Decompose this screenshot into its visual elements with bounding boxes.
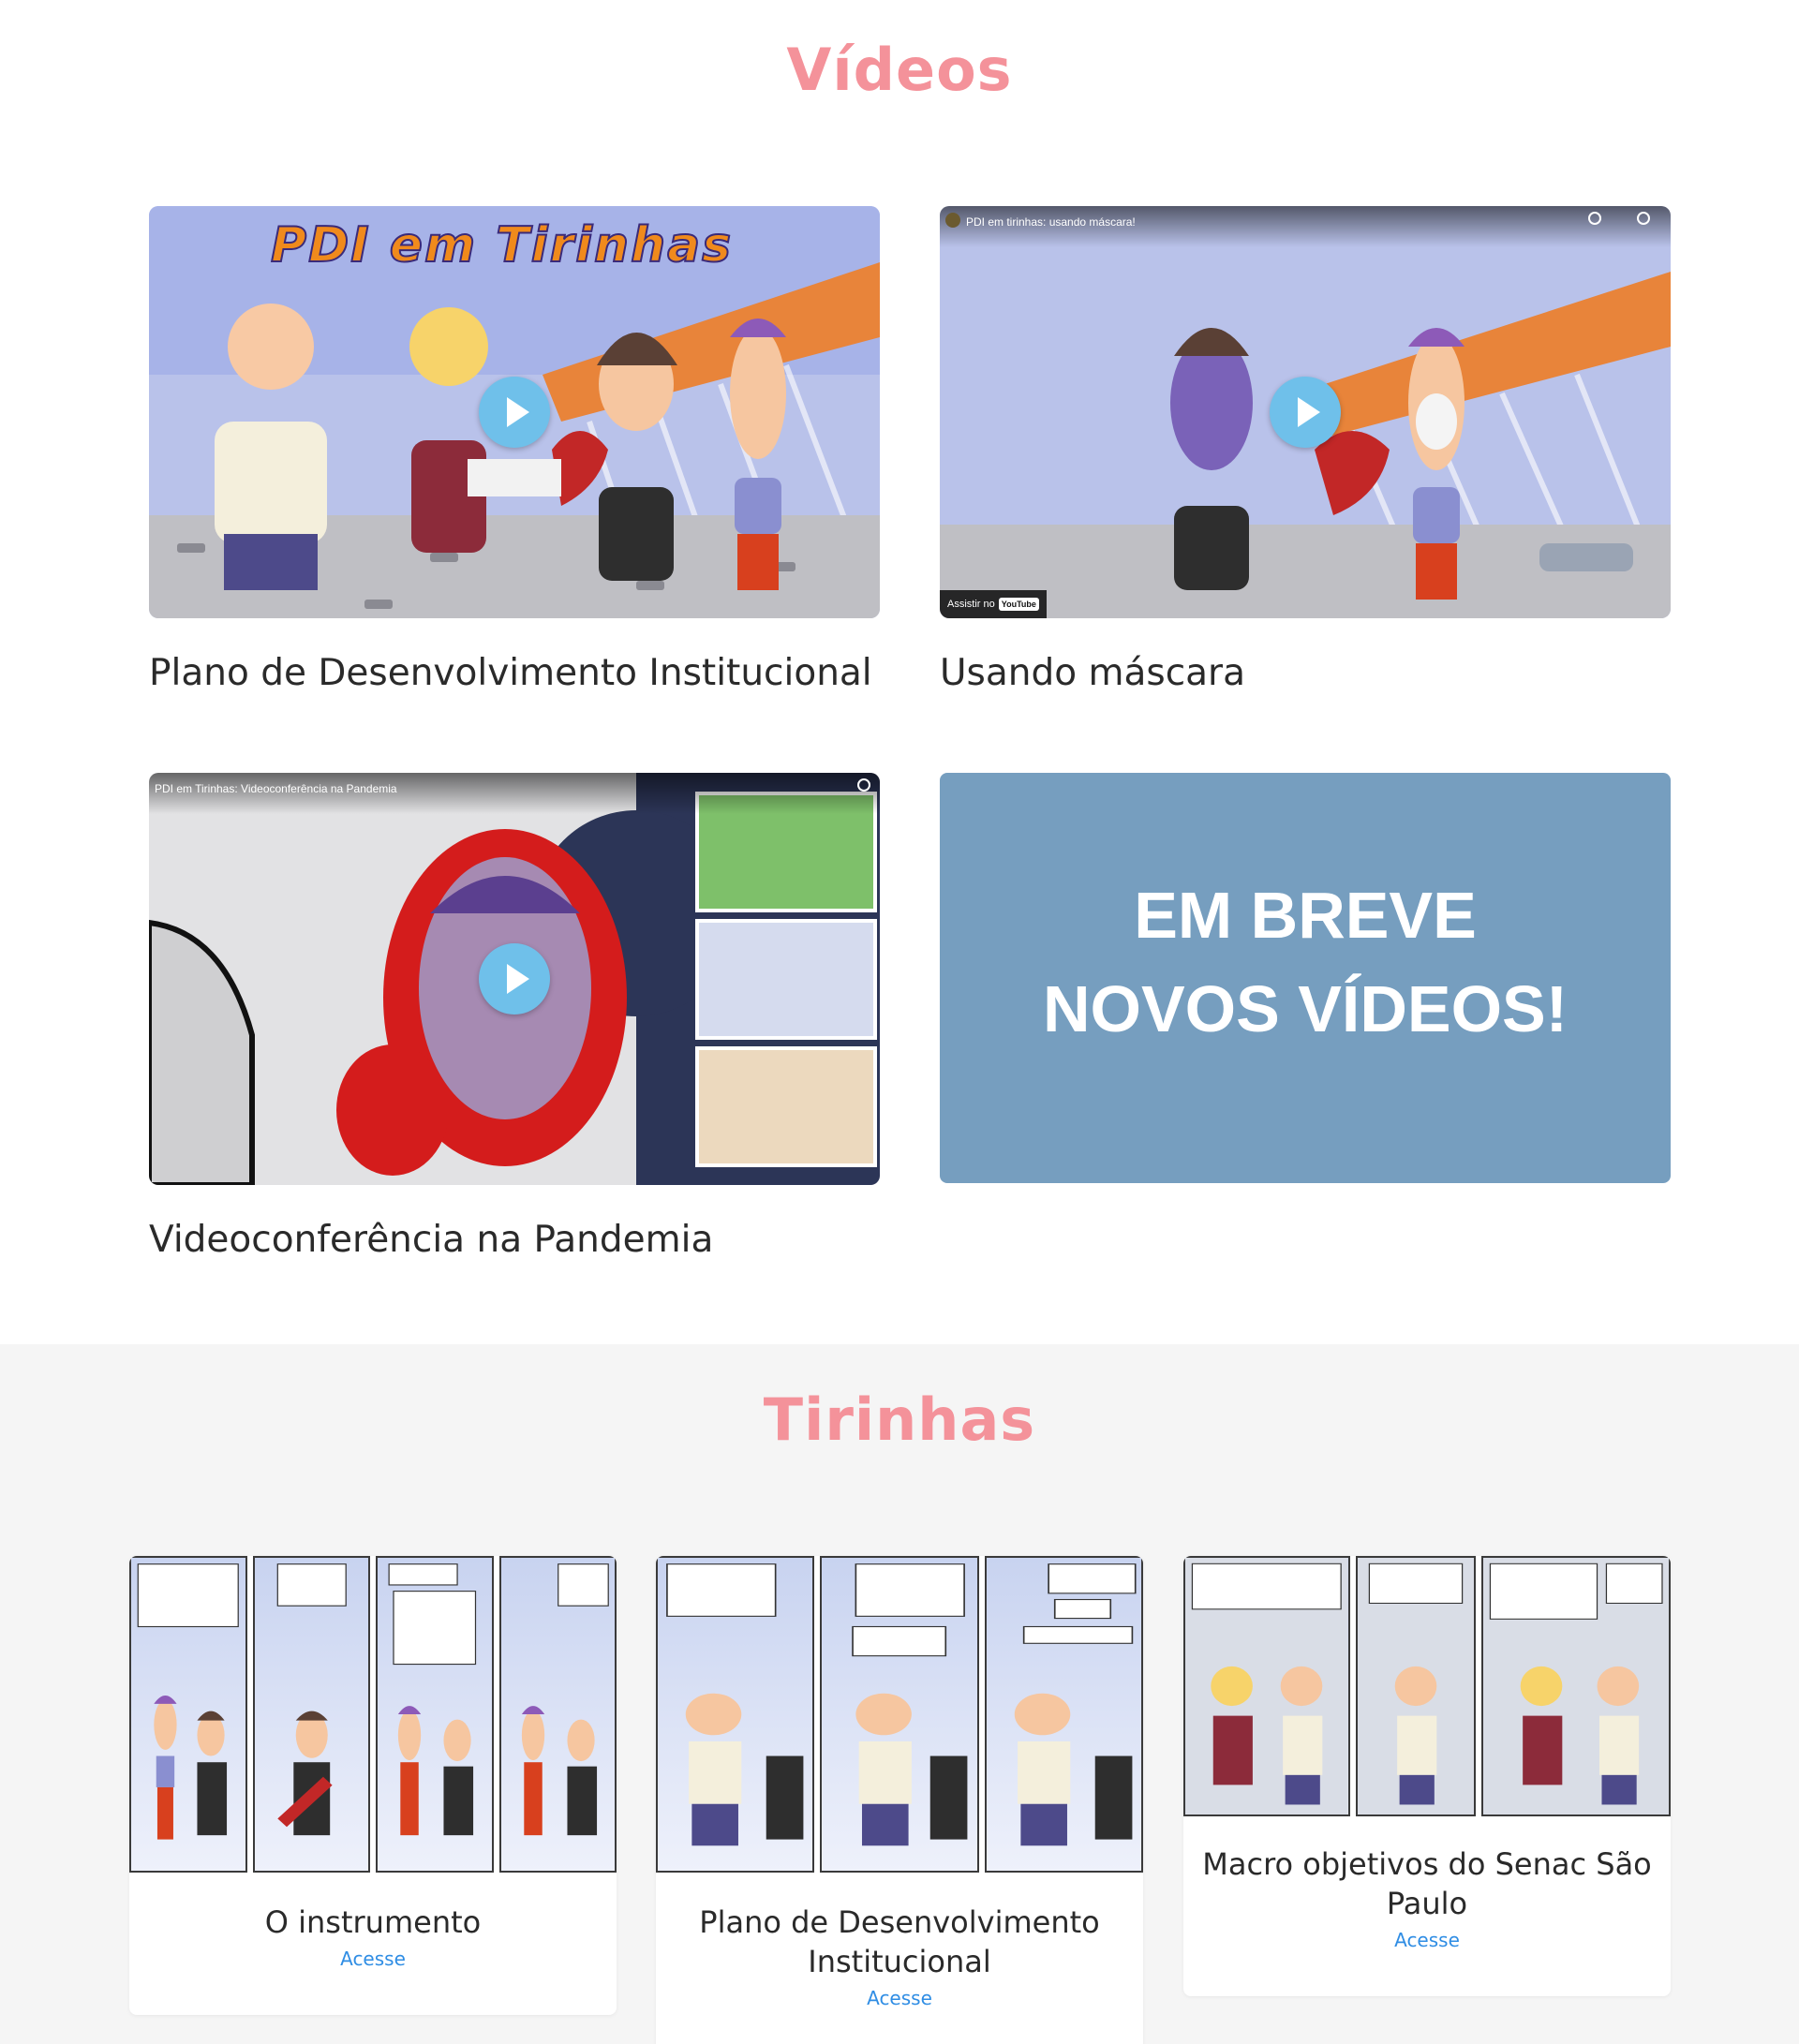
comic-title: O instrumento <box>264 1904 482 1940</box>
play-button-icon[interactable] <box>479 943 550 1015</box>
comic-card: Macro objetivos do Senac São Paulo Acess… <box>1183 1556 1671 1996</box>
youtube-top-bar: PDI em tirinhas: usando máscara! <box>940 206 1671 247</box>
comic-strip-image[interactable] <box>1183 1556 1671 1816</box>
comic-panel <box>1183 1556 1350 1816</box>
video-player[interactable]: PDI em Tirinhas <box>149 206 880 618</box>
comic-access-link[interactable]: Acesse <box>656 1987 1143 2009</box>
coming-soon-line-1: EM BREVE <box>1134 879 1477 952</box>
watch-on-youtube[interactable]: Assistir no YouTube <box>940 590 1047 618</box>
youtube-logo-icon: YouTube <box>998 598 1039 611</box>
video-player[interactable]: PDI em Tirinhas: Videoconferência na Pan… <box>149 773 880 1185</box>
comic-access-link[interactable]: Acesse <box>1183 1929 1671 1951</box>
video-caption: Usando máscara <box>940 652 1245 694</box>
coming-soon-line-2: NOVOS VÍDEOS! <box>1042 972 1569 1045</box>
share-icon[interactable] <box>1637 212 1650 225</box>
comic-title: Macro objetivos do Senac São Paulo <box>1202 1846 1652 1921</box>
videos-heading: Vídeos <box>786 36 1013 104</box>
channel-avatar[interactable] <box>945 213 960 228</box>
comic-panel <box>820 1556 979 1873</box>
tirinhas-heading: Tirinhas <box>763 1385 1036 1454</box>
comic-panel <box>129 1556 247 1873</box>
video-card: PDI em Tirinhas: Videoconferência na Pan… <box>149 773 880 1261</box>
comic-card: O instrumento Acesse <box>129 1556 617 2015</box>
watch-later-icon[interactable] <box>857 778 870 792</box>
comic-strip-image[interactable] <box>129 1556 617 1873</box>
tirinhas-section: Tirinhas O instrumento Acesse Plano de D… <box>0 1344 1799 2044</box>
comic-panel <box>984 1556 1143 1873</box>
youtube-top-bar: PDI em Tirinhas: Videoconferência na Pan… <box>149 773 880 814</box>
watch-on-label: Assistir no <box>947 599 995 610</box>
comic-access-link[interactable]: Acesse <box>129 1948 617 1970</box>
comic-panel <box>1480 1556 1671 1816</box>
video-caption: Videoconferência na Pandemia <box>149 1219 714 1261</box>
comic-strip-image[interactable] <box>656 1556 1143 1873</box>
comic-title: Plano de Desenvolvimento Institucional <box>699 1904 1100 1979</box>
watch-later-icon[interactable] <box>1588 212 1601 225</box>
comic-panel <box>656 1556 815 1873</box>
comic-panel <box>376 1556 494 1873</box>
pdi-em-tirinhas-logo: PDI em Tirinhas <box>270 216 734 274</box>
video-player[interactable]: PDI em tirinhas: usando máscara! Assisti… <box>940 206 1671 618</box>
coming-soon-banner: EM BREVE NOVOS VÍDEOS! <box>940 773 1671 1183</box>
video-caption: Plano de Desenvolvimento Institucional <box>149 652 872 694</box>
comic-panel <box>252 1556 370 1873</box>
play-button-icon[interactable] <box>1270 377 1341 448</box>
video-card: PDI em tirinhas: usando máscara! Assisti… <box>940 206 1671 694</box>
videos-section: Vídeos PDI em Tirinhas Plano de Desenvol… <box>0 0 1799 1344</box>
comic-panel <box>498 1556 617 1873</box>
youtube-video-title[interactable]: PDI em tirinhas: usando máscara! <box>966 215 1136 229</box>
comic-card: Plano de Desenvolvimento Institucional A… <box>656 1556 1143 2044</box>
video-card: PDI em Tirinhas Plano de Desenvolvimento… <box>149 206 880 694</box>
play-button-icon[interactable] <box>479 377 550 448</box>
comic-panel <box>1355 1556 1476 1816</box>
youtube-video-title[interactable]: PDI em Tirinhas: Videoconferência na Pan… <box>155 782 397 795</box>
